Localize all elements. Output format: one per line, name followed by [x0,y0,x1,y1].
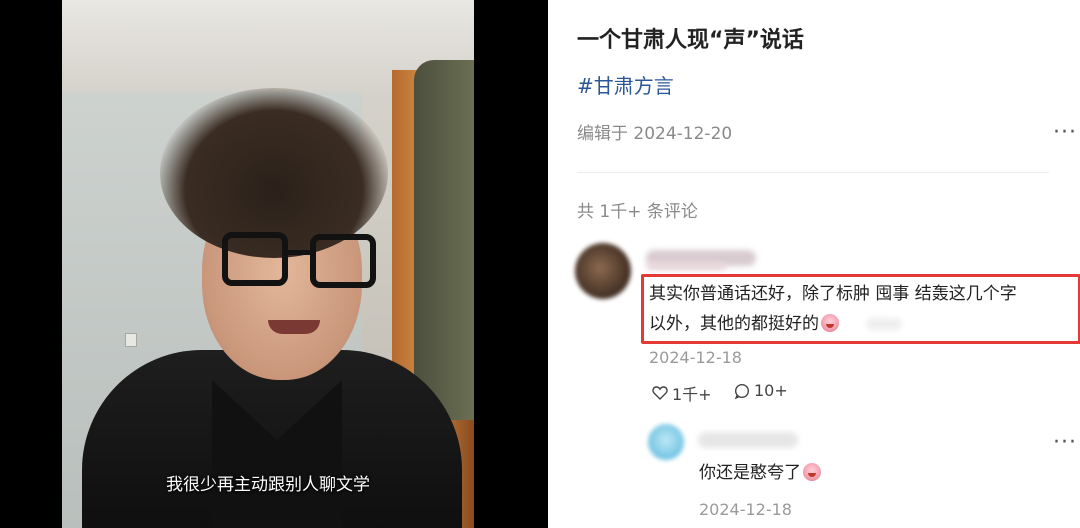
wall-outlet [125,333,137,347]
hanging-coat [414,60,474,420]
divider [577,172,1049,173]
video-frame[interactable]: 我很少再主动跟别人聊文学 [62,0,474,528]
glasses-bridge [288,250,310,255]
reply-text-content: 你还是憨夸了 [699,463,801,483]
like-count: 1千+ [672,385,712,404]
video-player[interactable]: 我很少再主动跟别人聊文学 [0,0,548,528]
comment-bubble-icon [734,383,750,399]
blurred-trailing [866,318,902,330]
edited-date: 编辑于 2024-12-20 [577,124,733,144]
reply-button[interactable]: 10+ [734,381,788,400]
glasses-left-lens [222,232,288,286]
video-subtitle: 我很少再主动跟别人聊文学 [166,475,370,495]
reply-more-icon[interactable]: ··· [1053,432,1077,454]
comment-text-line2: 以外，其他的都挺好的 [649,309,839,339]
reply-count: 10+ [754,381,788,400]
emoji-icon [821,314,839,332]
reply-avatar[interactable] [648,424,684,460]
hashtag-link[interactable]: #甘肃方言 [577,70,674,99]
comment-text-line1: 其实你普通话还好，除了标肿 囤事 结轰这几个字 [649,284,1017,304]
comment-date: 2024-12-18 [649,348,742,367]
reply-name-blurred[interactable] [698,432,798,448]
glasses-right-lens [310,234,376,288]
post-panel: 一个甘肃人现“声”说话 #甘肃方言 编辑于 2024-12-20 ··· 共 1… [548,0,1080,528]
commenter-name-blurred-2 [646,262,726,270]
person-mouth [268,320,320,334]
commenter-avatar[interactable] [575,243,631,299]
reply-emoji-icon [803,463,821,481]
heart-icon [652,386,668,400]
post-title: 一个甘肃人现“声”说话 [577,28,804,53]
reply-date: 2024-12-18 [699,500,792,519]
comment-count: 共 1千+ 条评论 [577,202,698,222]
reply-text: 你还是憨夸了 [699,458,821,488]
like-button[interactable]: 1千+ [652,381,712,405]
post-more-icon[interactable]: ··· [1053,122,1077,144]
comment-text-line2-content: 以外，其他的都挺好的 [649,314,819,334]
